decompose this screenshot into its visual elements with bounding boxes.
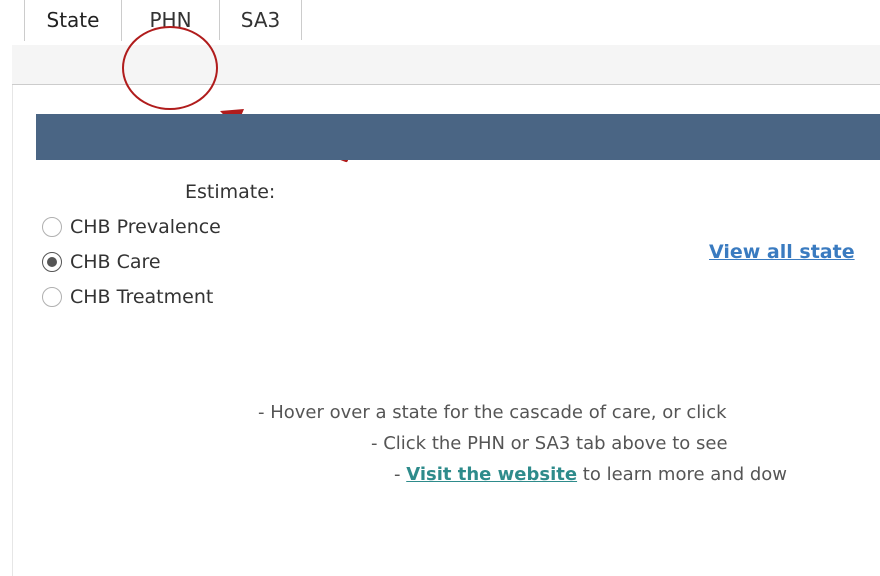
tab-state[interactable]: State [24, 0, 122, 41]
estimate-label: Estimate: [185, 181, 276, 203]
tab-sa3[interactable]: SA3 [220, 0, 302, 40]
instruction-tabs: - Click the PHN or SA3 tab above to see [371, 433, 728, 454]
radio-label: CHB Treatment [70, 286, 214, 308]
tab-phn[interactable]: PHN [122, 0, 220, 40]
instruction-prefix: - [394, 464, 407, 485]
instruction-suffix: to learn more and dow [577, 464, 788, 485]
header-band [36, 114, 880, 160]
radio-option-treatment[interactable]: CHB Treatment [42, 283, 213, 311]
visit-website-link[interactable]: Visit the website [406, 464, 577, 485]
radio-label: CHB Care [70, 251, 161, 273]
radio-option-prevalence[interactable]: CHB Prevalence [42, 213, 221, 241]
radio-dot [47, 257, 57, 267]
radio-unchecked-icon[interactable] [42, 217, 62, 237]
radio-unchecked-icon[interactable] [42, 287, 62, 307]
radio-label: CHB Prevalence [70, 216, 221, 238]
instruction-hover: - Hover over a state for the cascade of … [258, 402, 727, 423]
radio-option-care[interactable]: CHB Care [42, 248, 161, 276]
radio-checked-icon[interactable] [42, 252, 62, 272]
instruction-website: - Visit the website to learn more and do… [394, 464, 787, 485]
view-all-states-link[interactable]: View all state [709, 241, 855, 263]
tab-bar [12, 45, 880, 85]
